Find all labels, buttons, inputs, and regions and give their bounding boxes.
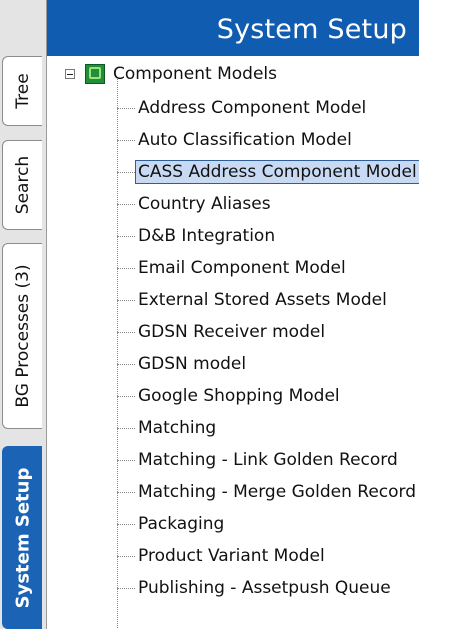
tree-item[interactable]: Email Component Model xyxy=(117,252,349,284)
tree-item-label: Packaging xyxy=(138,514,225,534)
panel-margin xyxy=(419,0,466,629)
tree-item-selected[interactable]: CASS Address Component Model xyxy=(117,156,419,188)
tab-tree-label: Tree xyxy=(12,73,33,109)
tree-item[interactable]: Product Variant Model xyxy=(117,540,328,572)
component-models-icon xyxy=(85,64,105,84)
tree-item[interactable]: D&B Integration xyxy=(117,220,278,252)
tree-item[interactable]: Google Shopping Model xyxy=(117,380,343,412)
tree-item[interactable]: Matching xyxy=(117,412,219,444)
tab-system-setup-label: System Setup xyxy=(12,467,33,608)
tree-item-label: Address Component Model xyxy=(138,98,367,118)
tree-item-label: Publishing - Assetpush Queue xyxy=(138,578,391,598)
tree-item[interactable]: Country Aliases xyxy=(117,188,274,220)
tree-item-label: Product Variant Model xyxy=(138,546,325,566)
tree-item[interactable]: Address Component Model xyxy=(117,92,369,124)
page-title: System Setup xyxy=(216,14,407,45)
tree-item-label: GDSN Receiver model xyxy=(138,322,326,342)
tree-root-node[interactable]: Component Models xyxy=(65,62,277,86)
tree-item[interactable]: Matching - Merge Golden Record xyxy=(117,476,419,508)
tab-search[interactable]: Search xyxy=(2,140,42,230)
tree-item-label: Matching - Link Golden Record xyxy=(138,450,398,470)
tab-system-setup[interactable]: System Setup xyxy=(2,446,42,629)
tree-root-label: Component Models xyxy=(113,64,277,84)
tab-tree[interactable]: Tree xyxy=(2,56,42,126)
side-tab-strip: Tree Search BG Processes (3) System Setu… xyxy=(0,0,47,629)
tree-item-label: Email Component Model xyxy=(138,258,346,278)
component-models-tree: Component Models Address Component Model… xyxy=(47,56,419,629)
tree-item[interactable]: Publishing - Assetpush Queue xyxy=(117,572,394,604)
tab-bg-processes-label: BG Processes (3) xyxy=(12,264,33,408)
tree-item-label: CASS Address Component Model xyxy=(135,160,419,184)
tab-bg-processes[interactable]: BG Processes (3) xyxy=(2,243,42,429)
tree-item-label: Matching - Merge Golden Record xyxy=(138,482,417,502)
tree-item-label: Country Aliases xyxy=(138,194,271,214)
panel-header: System Setup xyxy=(47,0,419,56)
tree-item-label: D&B Integration xyxy=(138,226,276,246)
tree-item-label: External Stored Assets Model xyxy=(138,290,387,310)
tree-item-label: Auto Classification Model xyxy=(138,130,352,150)
tree-item-label: Matching xyxy=(138,418,217,438)
tree-item[interactable]: GDSN Receiver model xyxy=(117,316,328,348)
tree-item-label: Google Shopping Model xyxy=(138,386,340,406)
tree-item[interactable]: Auto Classification Model xyxy=(117,124,355,156)
collapse-icon[interactable] xyxy=(65,69,75,79)
tab-search-label: Search xyxy=(12,155,33,215)
tree-item[interactable]: Packaging xyxy=(117,508,227,540)
tree-item-label: GDSN model xyxy=(138,354,247,374)
tree-item[interactable]: Matching - Link Golden Record xyxy=(117,444,401,476)
tree-item[interactable]: External Stored Assets Model xyxy=(117,284,390,316)
tree-item[interactable]: GDSN model xyxy=(117,348,249,380)
